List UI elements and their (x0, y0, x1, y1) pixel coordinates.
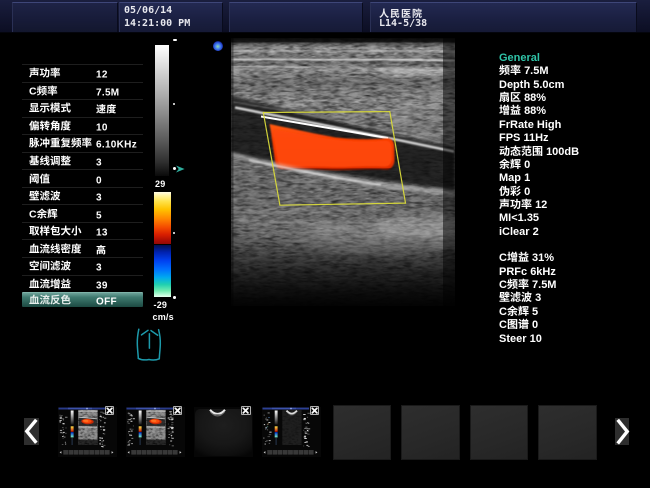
thumbnail-2-close-button[interactable] (173, 406, 182, 415)
trackball-cursor-dot (213, 41, 223, 51)
param-value: 速度 (96, 101, 117, 116)
param-label: iClear (499, 223, 530, 239)
param-value: 3 (96, 259, 102, 274)
param-row[interactable]: 血流反色 OFF (22, 292, 143, 307)
param-row[interactable]: 壁滤波 3 (22, 187, 143, 205)
param-label: 阈值 (29, 171, 50, 186)
color-doppler-bar (154, 192, 171, 297)
param-value: 3 (96, 189, 102, 204)
patient-segment (229, 2, 363, 32)
param-label: 血流增益 (29, 276, 71, 291)
param-value: 0 (96, 171, 102, 186)
empty-thumbnail-slot (333, 405, 392, 460)
param-row[interactable]: 血流线密度 高 (22, 239, 143, 257)
empty-thumbnail-slot (538, 405, 597, 460)
param-row[interactable]: 声功率 12 (22, 64, 143, 82)
param-label: 空间滤波 (29, 259, 71, 274)
param-value: 100dB (546, 143, 579, 159)
param-value: 12 (96, 66, 108, 81)
param-label: C频率 (29, 83, 58, 98)
close-icon (174, 407, 181, 414)
close-icon (311, 407, 318, 414)
param-label: 壁滤波 (29, 189, 61, 204)
param-label: C余辉 (29, 206, 58, 221)
param-row[interactable]: 显示模式 速度 (22, 99, 143, 117)
thumbnail-4-close-button[interactable] (310, 406, 319, 415)
focus-dot (173, 103, 175, 105)
clip-right-nav[interactable] (615, 418, 629, 446)
param-row[interactable]: C余辉 5 (22, 204, 143, 222)
param-value: 5 (96, 206, 102, 221)
chevron-left-icon (24, 418, 39, 445)
param-label: 血流线密度 (29, 241, 82, 256)
param-label: 显示模式 (29, 101, 71, 116)
colorbar-negative (154, 245, 171, 297)
ultrasound-image (231, 38, 455, 355)
grayscale-bar (155, 45, 169, 176)
empty-thumbnail-slot (470, 405, 529, 460)
param-row[interactable]: 基线调整 3 (22, 152, 143, 170)
date-text: 05/06/14 (124, 5, 172, 16)
param-row[interactable]: 取样包大小 13 (22, 222, 143, 240)
param-label: 声功率 (29, 66, 61, 81)
param-label: Steer (499, 330, 527, 346)
param-label: 脉冲重复频率 (29, 136, 92, 151)
param-value: 7.5M (96, 83, 119, 98)
focal-zone-arrow-icon (176, 165, 186, 174)
patient-info-segment (12, 2, 118, 32)
param-value: 6.10KHz (96, 136, 137, 151)
param-row[interactable]: C频率 7.5M (22, 82, 143, 100)
param-value: 13 (96, 224, 108, 239)
time-text: 14:21:00 PM (124, 18, 190, 29)
color-param-line: Steer 10 (499, 332, 647, 345)
body-marker-icon[interactable] (135, 326, 162, 361)
param-value: 2 (533, 223, 539, 239)
velocity-unit-label: cm/s (153, 312, 174, 322)
color-param-panel: 声功率 12 C频率 7.5M 显示模式 速度 偏转角度 10 脉冲重复频率 6… (22, 64, 143, 307)
param-row[interactable]: 阈值 0 (22, 169, 143, 187)
param-label: 基线调整 (29, 154, 71, 169)
close-icon (242, 407, 249, 414)
velocity-max-label: 29 (155, 179, 165, 189)
param-row[interactable]: 脉冲重复频率 6.10KHz (22, 134, 143, 152)
thumbnail-3-close-button[interactable] (241, 406, 250, 415)
color-param-readout: C增益 31% PRFc 6kHz C频率 7.5M 壁滤波 3 C余辉 5 C… (499, 251, 647, 345)
ultrasound-system-screen: 05/06/14 14:21:00 PM 人民医院 L14-5/38 声功率 1… (0, 0, 650, 488)
param-value: 39 (96, 276, 108, 291)
probe-model: L14-5/38 (379, 18, 427, 29)
param-label: 偏转角度 (29, 118, 71, 133)
param-label: 血流反色 (29, 292, 71, 307)
param-value: 3 (96, 154, 102, 169)
top-status-bar: 05/06/14 14:21:00 PM 人民医院 L14-5/38 (0, 0, 650, 33)
param-value: 10 (530, 330, 542, 346)
param-value: OFF (96, 292, 117, 307)
param-row[interactable]: 偏转角度 10 (22, 117, 143, 135)
datetime-segment: 05/06/14 14:21:00 PM (119, 2, 223, 32)
thumbnail-1-close-button[interactable] (105, 406, 114, 415)
param-row[interactable]: 空间滤波 3 (22, 257, 143, 275)
close-icon (106, 407, 113, 414)
image-param-line: iClear 2 (499, 225, 647, 238)
param-value: 10 (96, 118, 108, 133)
focus-dot (173, 232, 175, 234)
focus-dot (173, 296, 176, 299)
param-value: 高 (96, 241, 106, 256)
param-row[interactable]: 血流增益 39 (22, 275, 143, 293)
velocity-min-label: -29 (154, 300, 168, 310)
image-param-panel: General 频率 7.5M Depth 5.0cm 扇区 88% 增益 88… (499, 51, 647, 238)
hospital-segment: 人民医院 L14-5/38 (370, 2, 637, 32)
clip-left-nav[interactable] (24, 418, 38, 445)
param-label: 取样包大小 (29, 224, 82, 239)
chevron-right-icon (615, 418, 630, 446)
tgc-marker (173, 39, 177, 42)
colorbar-positive (154, 192, 171, 244)
empty-thumbnail-slot (401, 405, 460, 460)
